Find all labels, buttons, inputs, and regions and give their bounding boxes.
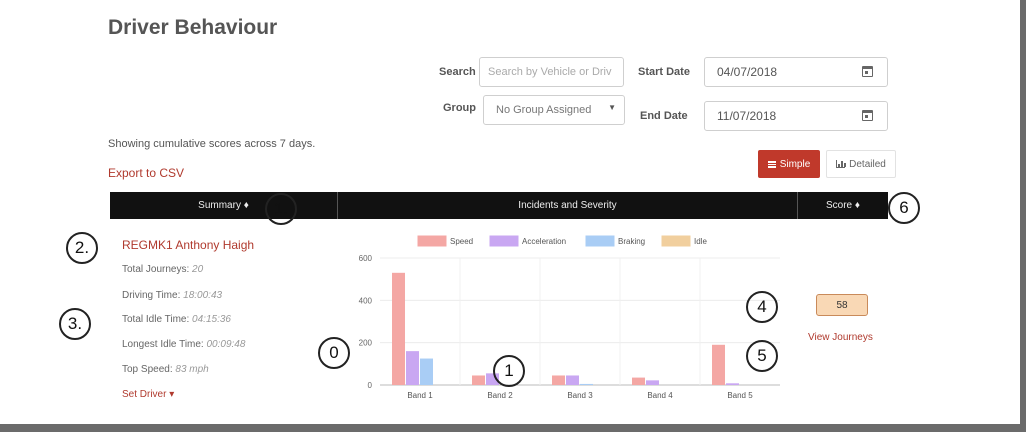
incidents-column-header: Incidents and Severity <box>518 200 617 211</box>
chevron-down-icon: ▼ <box>608 103 616 112</box>
simple-view-button[interactable]: Simple <box>758 150 820 178</box>
incidents-chart: 0 200 400 600 Band 1 Band 2 Band 3 Band 4 Band 5… <box>359 235 780 400</box>
page: Driver Behaviour Search Search by Vehicl… <box>0 0 1026 432</box>
bar-chart-icon <box>836 160 847 168</box>
x-tick-label: Band 3 <box>567 391 593 400</box>
group-value: No Group Assigned <box>496 104 592 116</box>
bar-acceleration <box>566 375 579 385</box>
stat-total-idle-time: Total Idle Time: 04:15:36 <box>122 314 231 325</box>
calendar-icon[interactable] <box>862 110 873 121</box>
simple-view-label: Simple <box>779 158 811 170</box>
y-tick-label: 200 <box>359 339 373 348</box>
x-tick-label: Band 1 <box>407 391 433 400</box>
start-date-label: Start Date <box>638 66 690 78</box>
callout-marker: 0 <box>318 337 350 369</box>
calendar-icon[interactable] <box>862 66 873 77</box>
bar-speed <box>552 375 565 385</box>
bar-acceleration <box>406 351 419 385</box>
legend-swatch <box>661 235 691 247</box>
callout-marker: 1. <box>265 193 297 225</box>
callout-marker: 5 <box>746 340 778 372</box>
info-text: Showing cumulative scores across 7 days. <box>108 138 316 150</box>
end-date-input[interactable]: 11/07/2018 <box>704 101 888 131</box>
callout-marker: 6 <box>888 192 920 224</box>
search-label: Search <box>439 66 476 78</box>
x-tick-label: Band 5 <box>727 391 753 400</box>
bar-speed <box>712 344 725 385</box>
end-date-label: End Date <box>640 110 688 122</box>
legend-label: Acceleration <box>522 237 566 246</box>
view-journeys-link[interactable]: View Journeys <box>808 332 873 343</box>
driver-name-link[interactable]: REGMK1 Anthony Haigh <box>122 238 254 252</box>
bar-braking <box>580 383 593 385</box>
stat-top-speed: Top Speed: 83 mph <box>122 364 209 375</box>
y-tick-label: 0 <box>368 381 373 390</box>
detailed-view-button[interactable]: Detailed <box>826 150 896 178</box>
score-column-header[interactable]: Score ♦ <box>798 192 888 219</box>
search-placeholder: Search by Vehicle or Driv <box>488 66 612 78</box>
y-tick-label: 600 <box>359 254 373 263</box>
start-date-value: 04/07/2018 <box>717 65 778 79</box>
legend-label: Idle <box>694 237 707 246</box>
legend-swatch <box>489 235 519 247</box>
x-tick-label: Band 4 <box>647 391 673 400</box>
x-tick-label: Band 2 <box>487 391 513 400</box>
bar-acceleration <box>726 383 739 385</box>
callout-marker: 4 <box>746 291 778 323</box>
stat-total-journeys: Total Journeys: 20 <box>122 264 204 275</box>
callout-marker: 3. <box>59 308 91 340</box>
bar-braking <box>420 358 433 385</box>
y-tick-label: 400 <box>359 296 373 305</box>
callout-marker: 2. <box>66 232 98 264</box>
legend-label: Braking <box>618 237 645 246</box>
detailed-view-label: Detailed <box>849 158 886 170</box>
group-label: Group <box>443 102 476 114</box>
list-icon <box>767 160 776 168</box>
stat-driving-time: Driving Time: 18:00:43 <box>122 290 223 301</box>
search-input[interactable]: Search by Vehicle or Driv <box>479 57 624 87</box>
page-title: Driver Behaviour <box>108 16 278 39</box>
bar-acceleration <box>646 380 659 385</box>
legend-label: Speed <box>450 237 473 246</box>
group-select[interactable]: No Group Assigned ▼ <box>483 95 625 125</box>
legend-swatch <box>585 235 615 247</box>
export-csv-link[interactable]: Export to CSV <box>108 166 184 180</box>
legend-swatch <box>417 235 447 247</box>
bar-speed <box>472 375 485 385</box>
end-date-value: 11/07/2018 <box>717 109 777 123</box>
score-badge: 58 <box>816 294 868 316</box>
summary-column-header[interactable]: Summary ♦ <box>110 192 337 219</box>
stat-longest-idle-time: Longest Idle Time: 00:09:48 <box>122 339 246 350</box>
callout-marker: 1 <box>493 355 525 387</box>
set-driver-dropdown[interactable]: Set Driver ▾ <box>122 389 174 400</box>
table-header: Summary ♦ Incidents and Severity Score ♦ <box>110 192 888 219</box>
bar-speed <box>632 377 645 385</box>
start-date-input[interactable]: 04/07/2018 <box>704 57 888 87</box>
bar-speed <box>392 272 405 385</box>
